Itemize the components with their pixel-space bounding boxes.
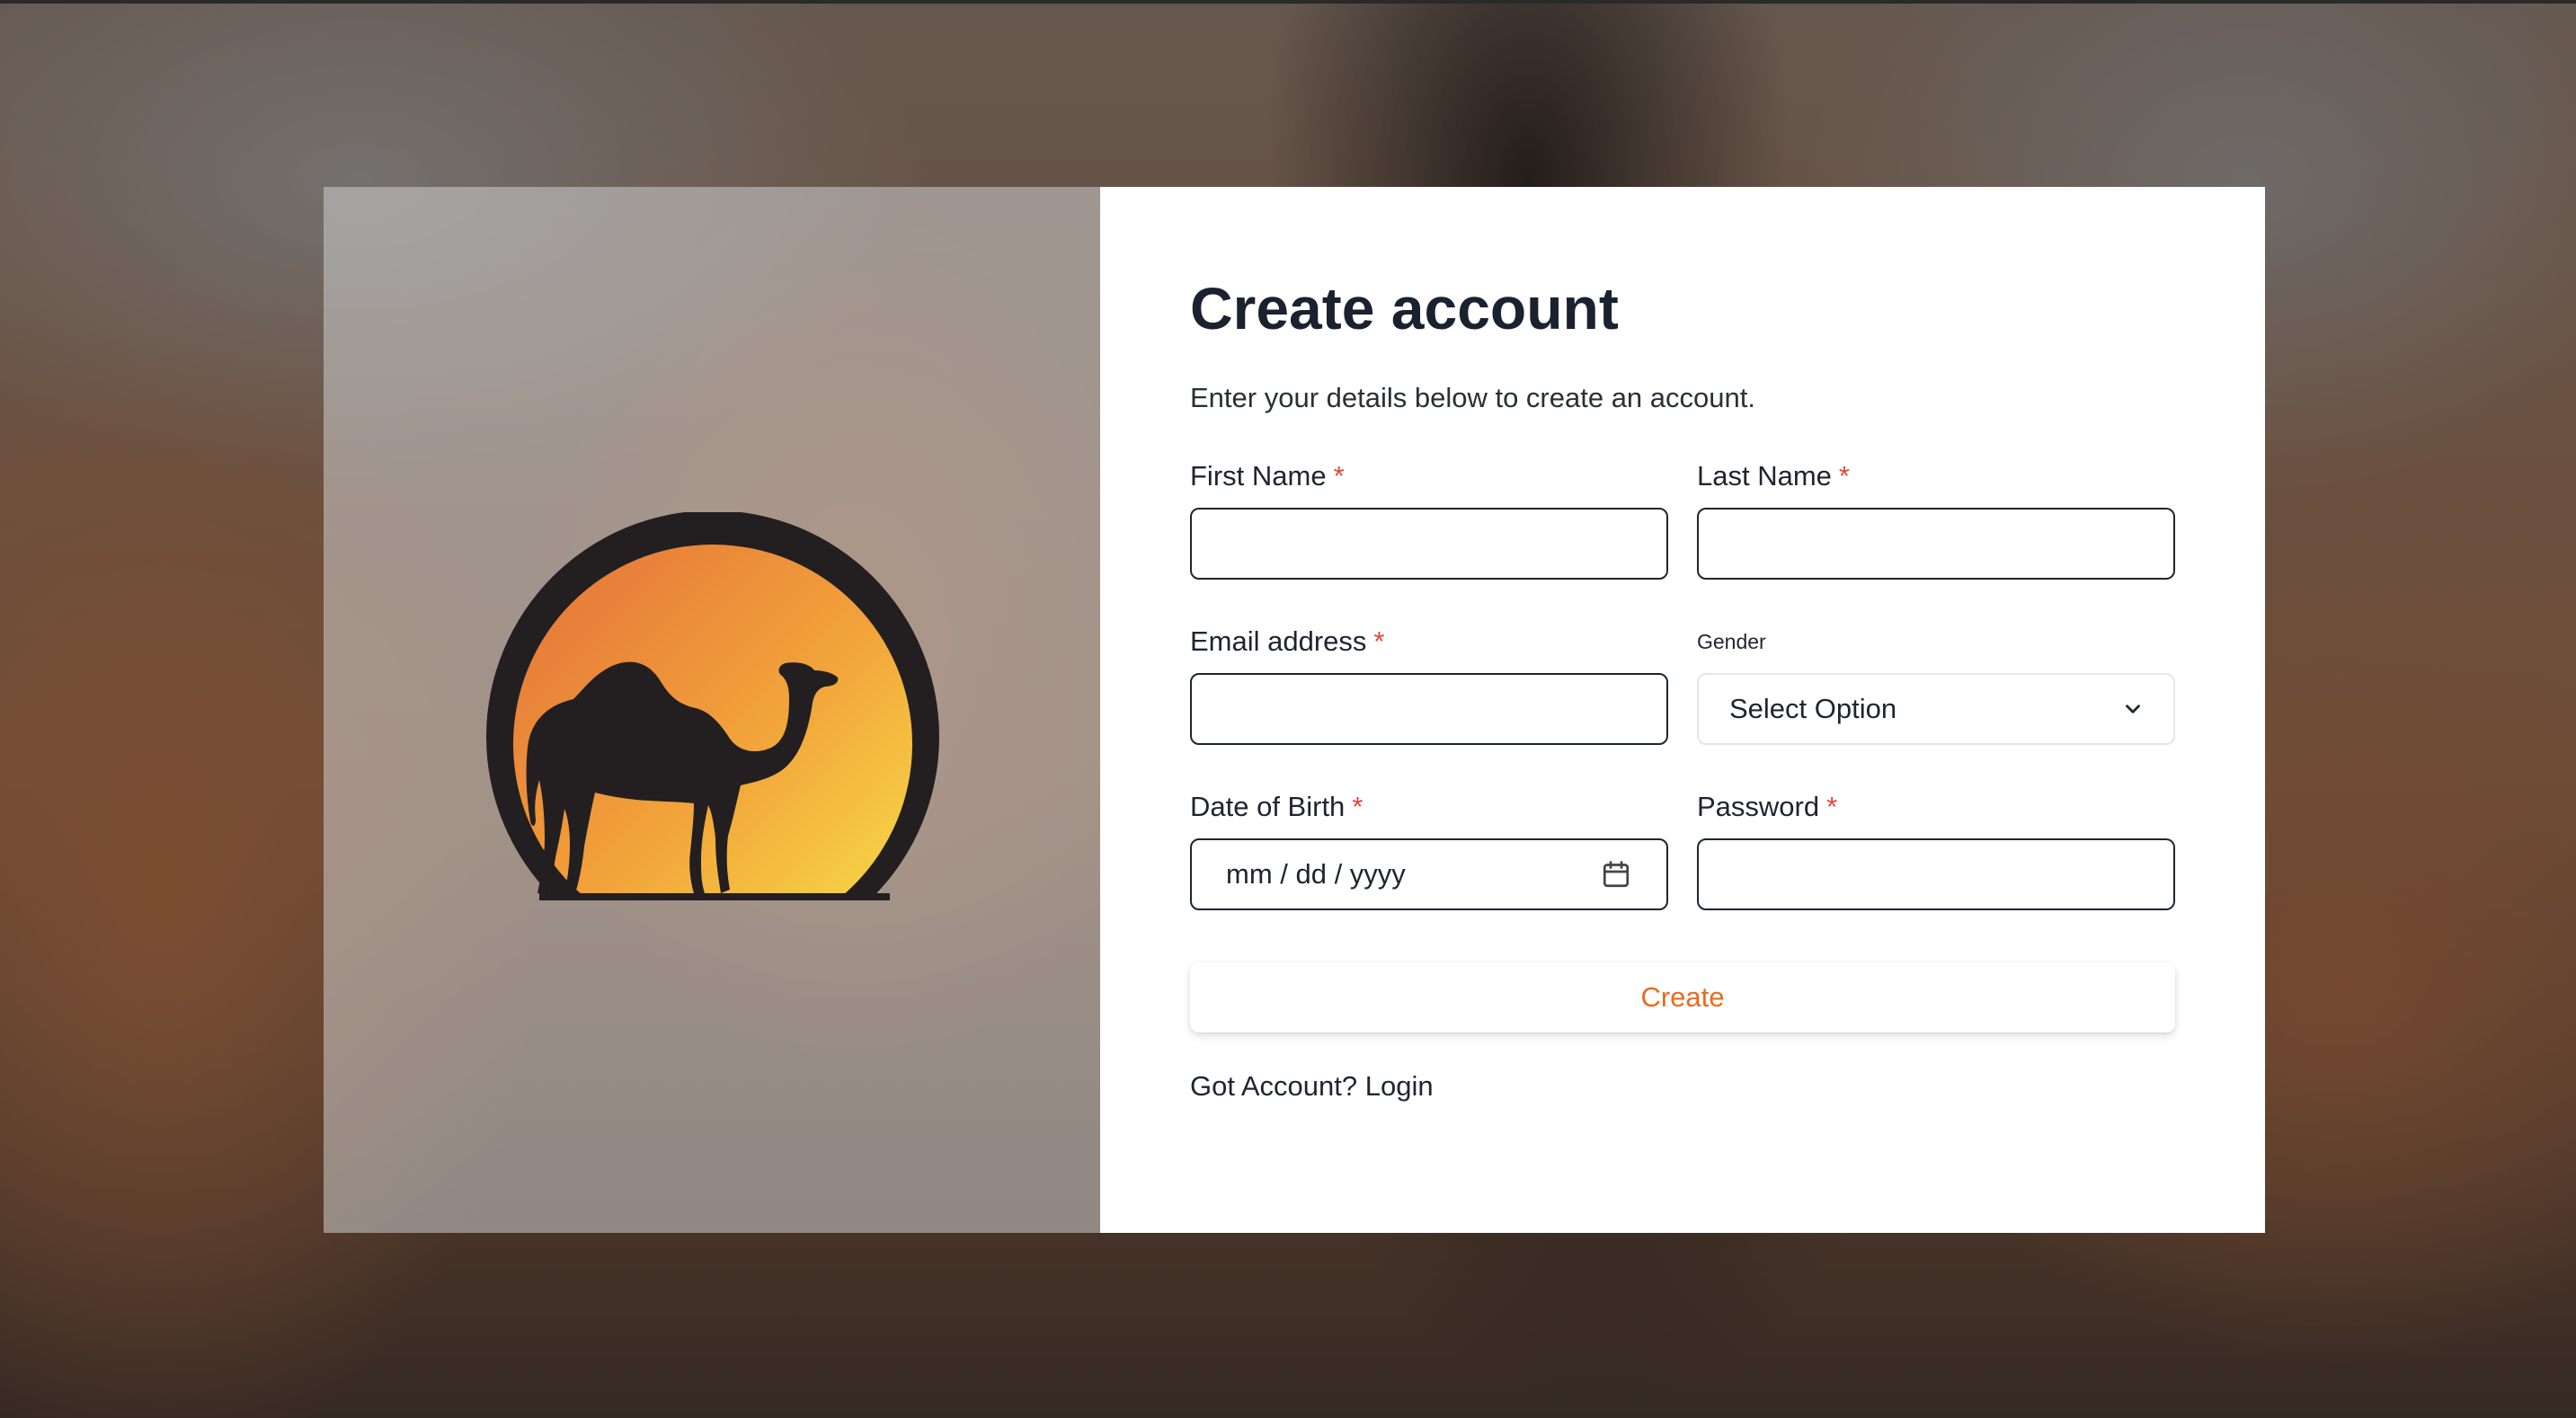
login-link[interactable]: Login — [1365, 1070, 1434, 1102]
login-prompt-text: Got Account? — [1190, 1070, 1358, 1103]
password-label: Password * — [1697, 791, 1838, 823]
last-name-field: Last Name * — [1697, 457, 2175, 580]
page-subtitle: Enter your details below to create an ac… — [1190, 382, 1755, 414]
top-edge — [0, 0, 2576, 4]
first-name-input[interactable] — [1190, 508, 1668, 580]
last-name-label: Last Name * — [1697, 460, 1850, 492]
gender-label: Gender — [1697, 630, 1766, 654]
required-marker: * — [1333, 460, 1345, 492]
password-field: Password * — [1697, 788, 2175, 911]
signup-form: First Name * Last Name * Email address * Ge… — [1190, 457, 2175, 911]
required-marker: * — [1826, 791, 1838, 823]
required-marker: * — [1373, 625, 1385, 658]
login-prompt: Got Account? Login — [1190, 1070, 2175, 1103]
last-name-input[interactable] — [1697, 508, 2175, 580]
signup-card: Create account Enter your details below … — [324, 187, 2265, 1233]
gender-field: Gender Select Option — [1697, 623, 2175, 746]
chevron-down-icon — [2126, 705, 2140, 713]
create-button[interactable]: Create — [1190, 962, 2175, 1033]
email-field: Email address * — [1190, 623, 1668, 746]
required-marker: * — [1838, 460, 1850, 492]
gender-select[interactable]: Select Option — [1697, 673, 2175, 746]
dob-field: Date of Birth * mm / dd / yyyy — [1190, 788, 1668, 911]
first-name-field: First Name * — [1190, 457, 1668, 580]
first-name-label: First Name * — [1190, 460, 1345, 492]
form-panel: Create account Enter your details below … — [1100, 187, 2265, 1233]
dob-input[interactable]: mm / dd / yyyy — [1190, 838, 1668, 911]
dob-placeholder: mm / dd / yyyy — [1226, 858, 1406, 891]
password-input[interactable] — [1697, 838, 2175, 911]
brand-panel — [324, 187, 1100, 1233]
required-marker: * — [1352, 791, 1364, 823]
page-title: Create account — [1190, 275, 1619, 341]
gender-selected-value: Select Option — [1729, 693, 1897, 725]
calendar-icon[interactable] — [1600, 858, 1632, 891]
camel-sunset-logo-icon — [486, 512, 939, 900]
dob-label: Date of Birth * — [1190, 791, 1364, 823]
email-input[interactable] — [1190, 673, 1668, 746]
email-label: Email address * — [1190, 625, 1385, 658]
